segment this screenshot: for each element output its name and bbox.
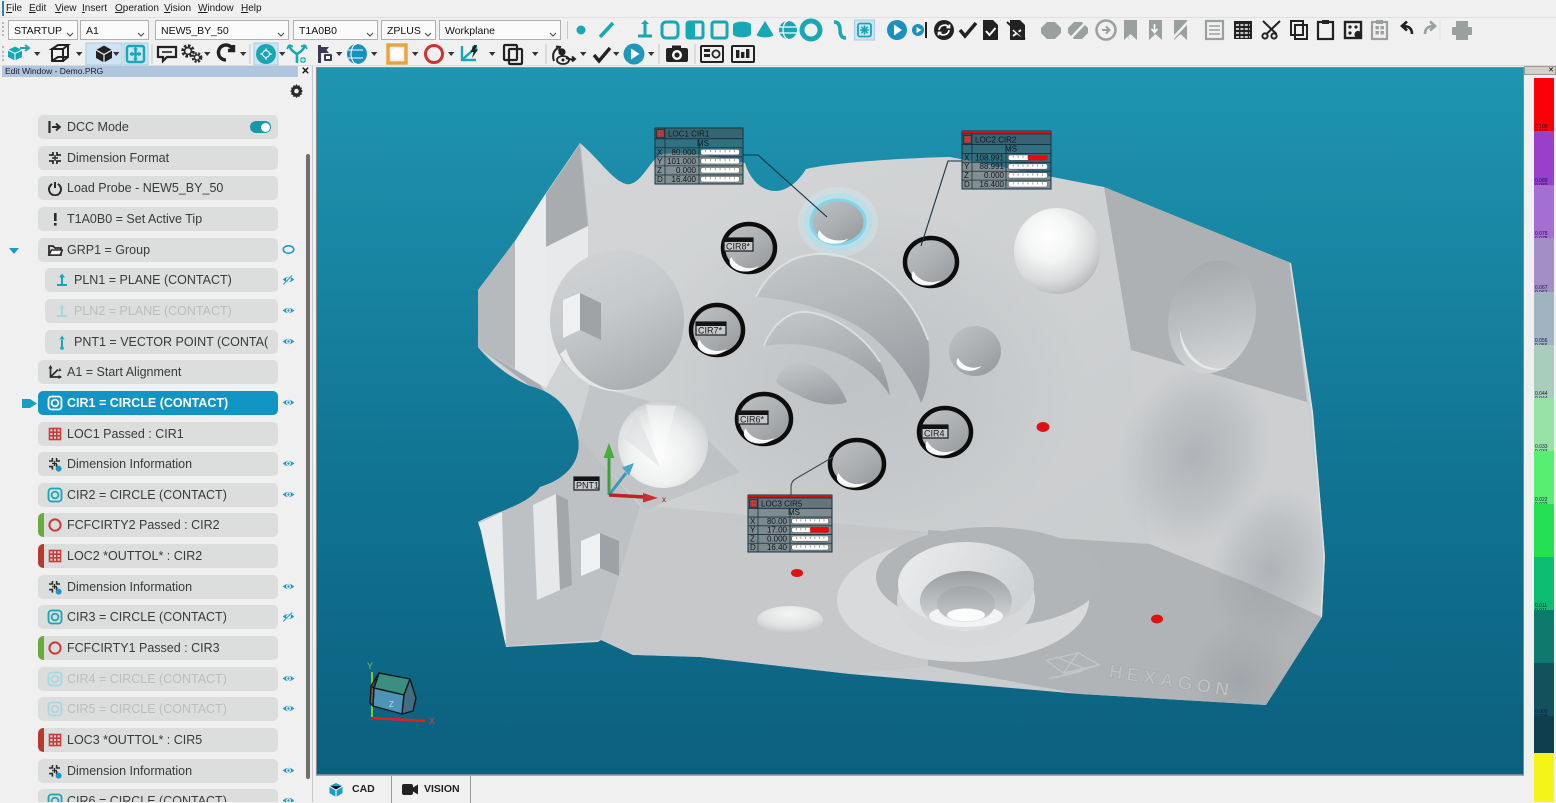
svg-text:0.000: 0.000 (984, 171, 1005, 180)
svg-text:88.991: 88.991 (980, 162, 1005, 171)
svg-text:Z: Z (657, 166, 662, 175)
svg-text:x: x (662, 495, 666, 504)
svg-text:MS: MS (1005, 144, 1017, 153)
svg-text:CIR6*: CIR6* (740, 415, 765, 425)
svg-text:LOC1 CIR1: LOC1 CIR1 (668, 130, 710, 139)
svg-text:Z: Z (389, 700, 394, 709)
svg-text:PNT1: PNT1 (576, 481, 599, 491)
svg-text:17.00: 17.00 (767, 526, 788, 535)
svg-text:Y: Y (657, 157, 663, 166)
svg-text:Y: Y (964, 162, 970, 171)
svg-text:Y: Y (750, 526, 756, 535)
svg-text:X: X (429, 716, 435, 726)
svg-text:0.000: 0.000 (676, 166, 697, 175)
svg-text:X: X (657, 148, 663, 157)
svg-text:X: X (750, 517, 756, 526)
svg-text:X: X (964, 153, 970, 162)
svg-text:101.000: 101.000 (667, 157, 696, 166)
svg-text:LOC2 CIR2: LOC2 CIR2 (975, 136, 1017, 145)
svg-text:D: D (964, 180, 970, 189)
svg-text:CIR7*: CIR7* (698, 326, 723, 336)
svg-text:80.00: 80.00 (767, 517, 788, 526)
svg-text:16.400: 16.400 (980, 180, 1005, 189)
svg-text:D: D (750, 543, 756, 552)
svg-text:CIR4: CIR4 (924, 429, 945, 439)
svg-text:16.400: 16.400 (672, 175, 697, 184)
svg-text:CIR8*: CIR8* (726, 242, 751, 252)
svg-text:80.000: 80.000 (672, 148, 697, 157)
svg-text:16.40: 16.40 (767, 543, 788, 552)
svg-text:0.000: 0.000 (767, 534, 788, 543)
svg-text:LOC3 CIR5: LOC3 CIR5 (761, 499, 803, 508)
svg-text:Y: Y (367, 661, 373, 671)
svg-text:Z: Z (964, 171, 969, 180)
svg-text:108.991: 108.991 (975, 153, 1004, 162)
svg-text:D: D (657, 175, 663, 184)
svg-text:Z: Z (750, 534, 755, 543)
